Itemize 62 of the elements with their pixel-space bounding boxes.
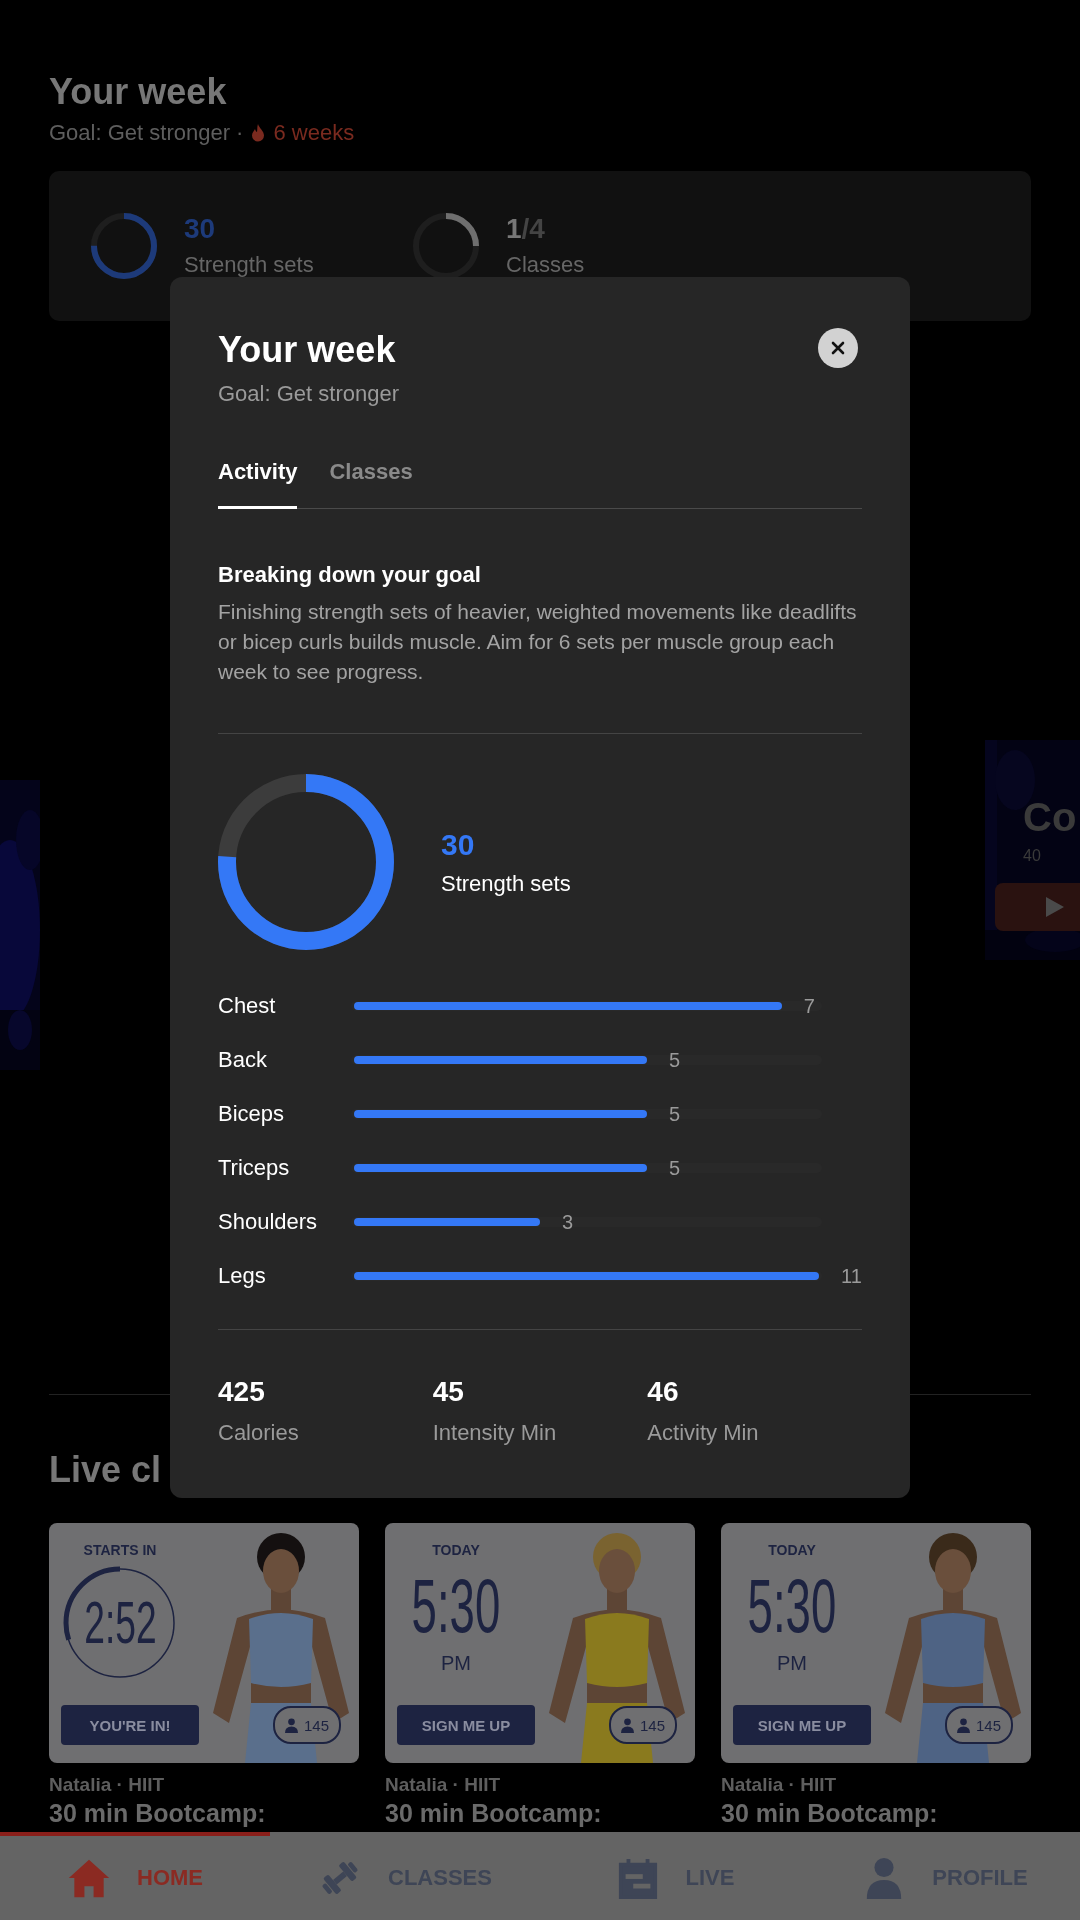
total-value: 30 xyxy=(441,827,476,863)
muscle-name: Legs xyxy=(218,1263,267,1289)
class-time: 5:30 xyxy=(747,1568,837,1644)
summary-label: Classes xyxy=(506,251,585,279)
signup-button[interactable]: SIGN ME UP xyxy=(733,1705,871,1745)
muscle-name: Biceps xyxy=(218,1101,286,1127)
summary-count: 1 xyxy=(506,213,522,244)
class-card[interactable]: STARTS IN 2:52 YOU'RE IN! 145 xyxy=(49,1523,359,1763)
instructor-text: Natalia · HIIT xyxy=(49,1773,166,1797)
bar-reading: 5 xyxy=(668,1102,681,1127)
dialog-title: Your week xyxy=(218,328,396,372)
time-caption: TODAY xyxy=(768,1541,816,1560)
signup-button[interactable]: SIGN ME UP xyxy=(397,1705,535,1745)
person-icon xyxy=(620,1717,634,1733)
total-label: Strength sets xyxy=(441,871,571,897)
muscle-name: Back xyxy=(218,1047,268,1073)
bar-reading: 5 xyxy=(668,1156,681,1181)
stat-value: 425 xyxy=(218,1375,266,1409)
muscle-name: Chest xyxy=(218,993,277,1019)
tab[interactable]: Classes xyxy=(329,458,413,509)
class-title: 30 min Bootcamp: xyxy=(385,1799,603,1827)
instructor-text: Natalia · HIIT xyxy=(721,1773,838,1797)
bar-reading: 5 xyxy=(668,1048,681,1073)
summary-value: 30 xyxy=(184,212,217,246)
class-card[interactable]: TODAY 5:30 PM SIGN ME UP 145 xyxy=(721,1523,1031,1763)
muscle-name: Shoulders xyxy=(218,1209,319,1235)
class-card[interactable]: TODAY 5:30 PM SIGN ME UP 145 xyxy=(385,1523,695,1763)
time-caption: STARTS IN xyxy=(83,1541,157,1560)
goal-description: Finishing strength sets of heavier, weighted movements like deadlifts or bicep curls builds muscle. Aim for 6 sets per muscle group each week to see progress. xyxy=(218,599,858,685)
stat-label: Activity Min xyxy=(647,1419,760,1447)
stat-label: Intensity Min xyxy=(432,1419,558,1447)
section-title: Live cl xyxy=(49,1448,162,1492)
streak-text: 6 weeks xyxy=(273,120,355,146)
page-title: Your week xyxy=(49,70,228,114)
close-button[interactable] xyxy=(818,328,858,368)
class-title: 30 min Bootcamp: xyxy=(721,1799,939,1827)
countdown-time: 2:52 xyxy=(83,1593,157,1653)
stat-label: Calories xyxy=(218,1419,300,1447)
tab[interactable]: Activity xyxy=(218,458,298,509)
close-icon xyxy=(831,341,845,355)
bar-reading: 11 xyxy=(841,1264,862,1289)
muscle-name: Triceps xyxy=(218,1155,291,1181)
summary-label: Strength sets xyxy=(184,251,314,279)
person-icon xyxy=(956,1717,970,1733)
section-heading: Breaking down your goal xyxy=(218,561,482,589)
class-title: 30 min Bootcamp: xyxy=(49,1799,267,1827)
stat-value: 45 xyxy=(432,1375,465,1409)
time-period: PM xyxy=(777,1652,807,1675)
bar-reading: 7 xyxy=(803,994,815,1019)
person-icon xyxy=(284,1717,298,1733)
class-time: 5:30 xyxy=(411,1568,501,1644)
time-caption: TODAY xyxy=(432,1541,480,1560)
time-period: PM xyxy=(441,1652,471,1675)
stat-value: 46 xyxy=(647,1375,680,1409)
play-icon xyxy=(1045,896,1065,918)
dialog-subtitle: Goal: Get stronger xyxy=(218,380,400,408)
flame-icon xyxy=(251,124,266,142)
home-icon xyxy=(67,1857,111,1899)
bar-reading: 3 xyxy=(562,1210,574,1235)
instructor-text: Natalia · HIIT xyxy=(385,1773,502,1797)
goal-text: Goal: Get stronger · xyxy=(49,120,244,146)
signup-button[interactable]: YOU'RE IN! xyxy=(61,1705,199,1745)
